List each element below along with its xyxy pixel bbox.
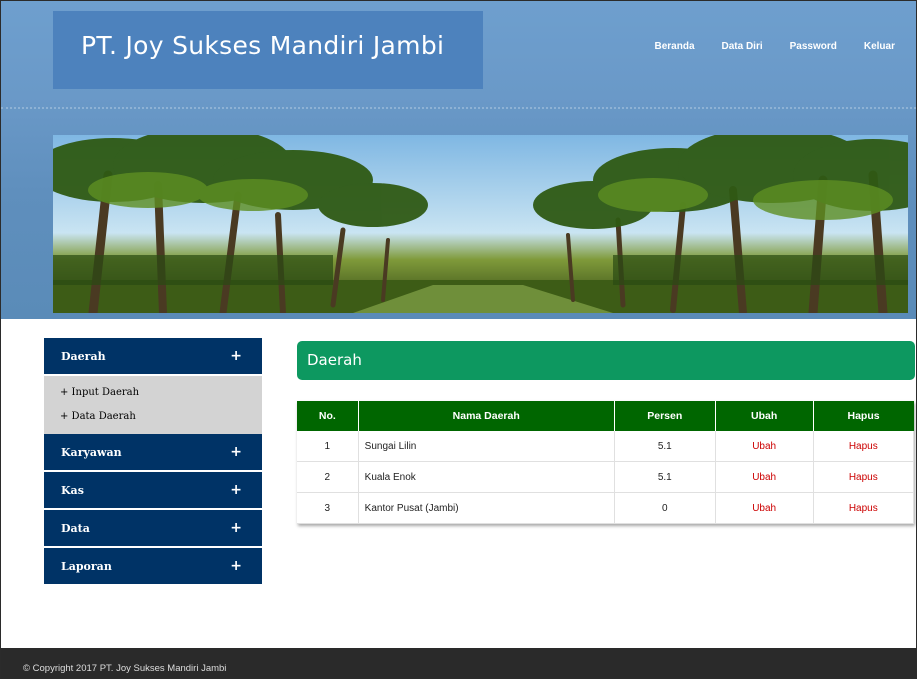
plus-icon: + xyxy=(230,444,242,460)
col-no: No. xyxy=(297,401,359,431)
sidebar-item-input-daerah[interactable]: + Input Daerah xyxy=(44,381,262,405)
content-title-bar: Daerah xyxy=(297,341,915,380)
sidebar-menu-daerah[interactable]: Daerah + xyxy=(44,338,262,376)
plus-icon: + xyxy=(230,482,242,498)
nav-password[interactable]: Password xyxy=(790,41,837,52)
cell-no: 2 xyxy=(297,461,359,493)
sidebar-menu-karyawan[interactable]: Karyawan + xyxy=(44,434,262,472)
daerah-table: No. Nama Daerah Persen Ubah Hapus 1 Sung… xyxy=(297,401,915,524)
page-title: Daerah xyxy=(307,351,362,369)
hapus-link[interactable]: Hapus xyxy=(813,492,915,524)
sidebar-submenu-daerah: + Input Daerah + Data Daerah xyxy=(44,376,262,434)
col-nama-daerah: Nama Daerah xyxy=(358,401,615,431)
sidebar-menu-data[interactable]: Data + xyxy=(44,510,262,548)
sidebar-menu-label: Karyawan xyxy=(61,445,122,459)
site-title-box: PT. Joy Sukses Mandiri Jambi xyxy=(53,11,483,89)
site-header: PT. Joy Sukses Mandiri Jambi Beranda Dat… xyxy=(1,1,916,319)
hapus-link[interactable]: Hapus xyxy=(813,431,915,462)
col-ubah: Ubah xyxy=(715,401,814,431)
sidebar-menu-label: Laporan xyxy=(61,559,112,573)
cell-persen: 5.1 xyxy=(614,461,716,493)
nav-data-diri[interactable]: Data Diri xyxy=(722,41,763,52)
site-footer: © Copyright 2017 PT. Joy Sukses Mandiri … xyxy=(1,648,916,678)
palm-plantation-image xyxy=(53,135,908,313)
cell-no: 3 xyxy=(297,492,359,524)
cell-nama-daerah: Kuala Enok xyxy=(358,461,615,493)
col-persen: Persen xyxy=(614,401,716,431)
top-nav: Beranda Data Diri Password Keluar xyxy=(627,41,916,52)
site-title: PT. Joy Sukses Mandiri Jambi xyxy=(81,31,445,60)
cell-nama-daerah: Kantor Pusat (Jambi) xyxy=(358,492,615,524)
sidebar-menu-kas[interactable]: Kas + xyxy=(44,472,262,510)
sidebar: Daerah + + Input Daerah + Data Daerah Ka… xyxy=(44,338,262,586)
plus-icon: + xyxy=(230,520,242,536)
page-frame: PT. Joy Sukses Mandiri Jambi Beranda Dat… xyxy=(0,0,917,679)
ubah-link[interactable]: Ubah xyxy=(715,492,814,524)
ubah-link[interactable]: Ubah xyxy=(715,431,814,462)
table-row: 3 Kantor Pusat (Jambi) 0 Ubah Hapus xyxy=(297,492,915,524)
plus-icon: + xyxy=(230,348,242,364)
copyright-text: © Copyright 2017 PT. Joy Sukses Mandiri … xyxy=(23,663,227,674)
header-divider xyxy=(1,107,916,112)
nav-keluar[interactable]: Keluar xyxy=(864,41,895,52)
sidebar-menu-label: Kas xyxy=(61,483,84,497)
cell-persen: 5.1 xyxy=(614,431,716,462)
table-row: 2 Kuala Enok 5.1 Ubah Hapus xyxy=(297,461,915,493)
cell-nama-daerah: Sungai Lilin xyxy=(358,431,615,462)
ubah-link[interactable]: Ubah xyxy=(715,461,814,493)
sidebar-item-data-daerah[interactable]: + Data Daerah xyxy=(44,405,262,429)
nav-beranda[interactable]: Beranda xyxy=(654,41,694,52)
banner-image xyxy=(53,135,908,313)
cell-persen: 0 xyxy=(614,492,716,524)
cell-no: 1 xyxy=(297,431,359,462)
table-row: 1 Sungai Lilin 5.1 Ubah Hapus xyxy=(297,431,915,462)
table-header-row: No. Nama Daerah Persen Ubah Hapus xyxy=(297,401,914,431)
sidebar-menu-label: Daerah xyxy=(61,349,106,363)
sidebar-menu-label: Data xyxy=(61,521,90,535)
sidebar-menu-laporan[interactable]: Laporan + xyxy=(44,548,262,586)
plus-icon: + xyxy=(230,558,242,574)
hapus-link[interactable]: Hapus xyxy=(813,461,915,493)
col-hapus: Hapus xyxy=(813,401,914,431)
